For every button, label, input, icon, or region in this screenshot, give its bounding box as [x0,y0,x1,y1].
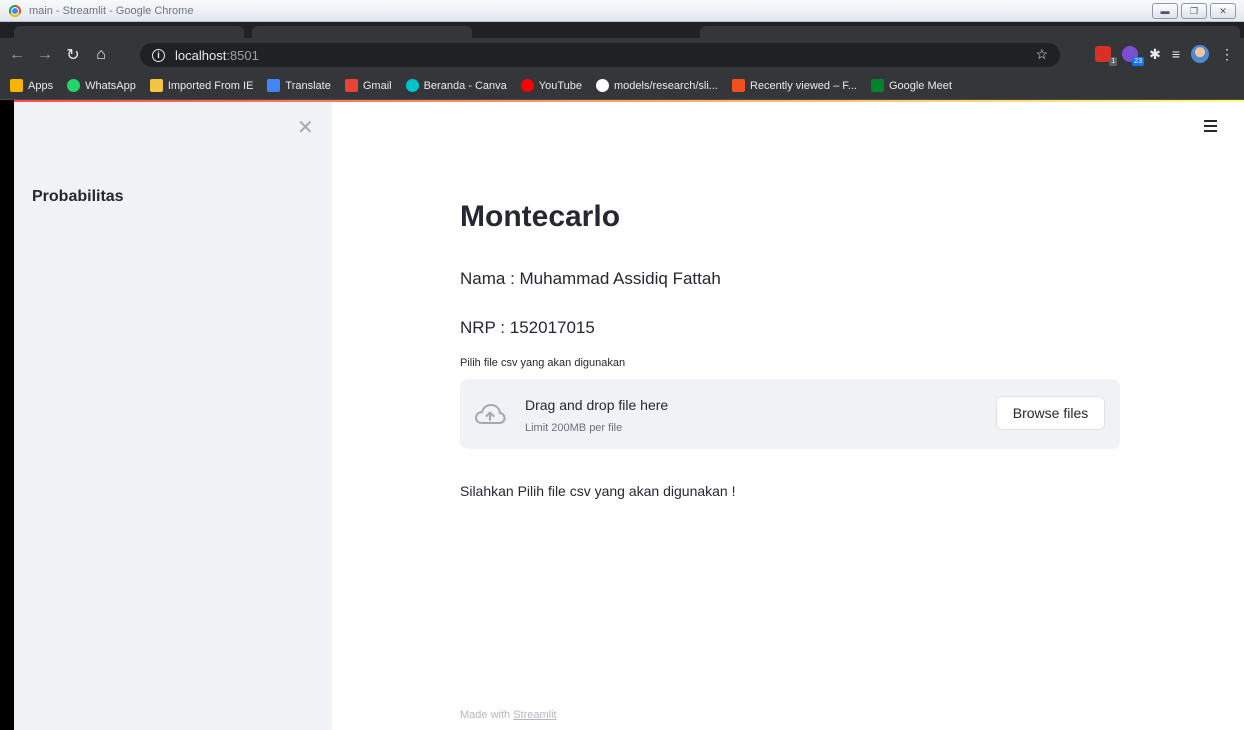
file-dropzone[interactable]: Drag and drop file here Limit 200MB per … [460,379,1120,449]
github-icon [596,79,609,92]
home-icon[interactable]: ⌂ [90,46,112,64]
streamlit-link[interactable]: Streamlit [513,709,556,721]
dropzone-size-limit: Limit 200MB per file [525,422,623,434]
address-bar[interactable]: i localhost:8501 ☆ [140,43,1060,67]
bookmark-whatsapp[interactable]: WhatsApp [67,79,136,92]
bookmark-gmail[interactable]: Gmail [344,79,392,92]
file-uploader-label: Pilih file csv yang akan digunakan [460,357,626,369]
canva-icon [405,79,419,92]
student-nrp: NRP : 152017015 [460,318,595,337]
student-name: Nama : Muhammad Assidiq Fattah [460,269,721,288]
bookmark-youtube[interactable]: YouTube [520,79,582,92]
browser-tab[interactable] [14,26,244,38]
bookmarks-bar: Apps WhatsApp Imported From IE Translate… [0,72,1244,100]
sidebar-title: Probabilitas [32,188,124,205]
puzzle-extensions-icon[interactable]: ✱ [1149,46,1161,62]
reload-icon[interactable]: ↻ [62,45,84,65]
bookmark-github[interactable]: models/research/sli... [596,79,718,92]
gmail-icon [344,79,358,92]
sidebar: ✕ Probabilitas [14,102,332,730]
browser-tab[interactable] [700,26,1240,38]
url-host: localhost [175,47,227,63]
bookmark-apps[interactable]: Apps [10,79,53,92]
dropzone-instruction: Drag and drop file here [525,397,669,413]
url-port: :8501 [226,47,259,63]
folder-icon [149,79,163,92]
site-info-icon[interactable]: i [152,48,165,62]
apps-grid-icon [10,79,23,92]
profile-avatar[interactable] [1191,45,1209,63]
figma-icon [731,79,745,92]
footer: Made with Streamlit [460,709,557,721]
browser-tab[interactable] [252,26,472,38]
google-meet-icon [870,79,884,92]
whatsapp-icon [67,79,81,92]
bookmark-google-meet[interactable]: Google Meet [870,79,952,92]
back-arrow-icon[interactable]: ← [6,46,28,64]
menu-kebab-icon[interactable]: ⋮ [1220,46,1234,62]
browser-toolbar: ← → ↻ ⌂ i localhost:8501 ☆ 1 23 ✱ ≡ ⋮ [0,38,1244,72]
translate-icon [267,79,281,92]
close-window-button[interactable]: ✕ [1210,3,1236,19]
bookmark-star-icon[interactable]: ☆ [1035,46,1048,63]
extensions-area: 1 23 ✱ ≡ ⋮ [1095,45,1234,66]
calendar-extension-icon[interactable]: 1 [1095,46,1118,66]
main-menu-hamburger-icon[interactable] [1204,120,1217,135]
bookmark-figma[interactable]: Recently viewed – F... [731,79,857,92]
minimize-button[interactable]: ▬ [1152,3,1178,19]
cloud-upload-icon [475,403,506,424]
bookmark-canva[interactable]: Beranda - Canva [405,79,507,92]
window-title: main - Streamlit - Google Chrome [29,4,194,17]
extension-badge: 23 [1132,57,1145,66]
chrome-logo-icon [9,4,21,17]
reading-list-icon[interactable]: ≡ [1172,46,1180,62]
browse-files-button[interactable]: Browse files [996,396,1105,430]
select-file-message: Silahkan Pilih file csv yang akan diguna… [460,483,736,499]
youtube-icon [520,79,534,92]
page-title: Montecarlo [460,200,621,233]
streamlit-app: ✕ Probabilitas Montecarlo Nama : Muhamma… [14,102,1244,730]
close-sidebar-icon[interactable]: ✕ [297,118,314,138]
restore-button[interactable]: ❐ [1181,3,1207,19]
window-controls: ▬ ❐ ✕ [1152,3,1236,19]
bookmark-folder-imported[interactable]: Imported From IE [149,79,253,92]
graduation-extension-icon[interactable]: 23 [1122,46,1145,66]
forward-arrow-icon[interactable]: → [34,46,56,64]
window-title-bar: main - Streamlit - Google Chrome ▬ ❐ ✕ [0,0,1244,22]
bookmark-translate[interactable]: Translate [267,79,331,92]
tab-strip [0,22,1244,38]
extension-badge: 1 [1109,57,1118,66]
